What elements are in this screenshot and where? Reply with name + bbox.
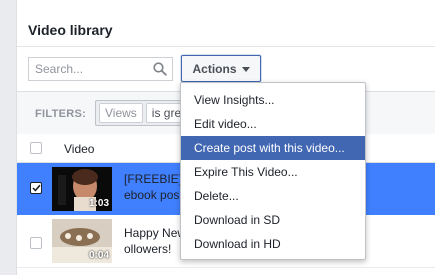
- video-title-line: Happy New: [124, 226, 187, 240]
- video-title-line: [FREEBIE]: [124, 172, 183, 186]
- menu-item-delete[interactable]: Delete...: [181, 184, 365, 208]
- video-title[interactable]: [FREEBIE] ebook pos: [124, 171, 182, 203]
- page-title: Video library: [28, 22, 113, 38]
- row-checkbox[interactable]: [30, 182, 42, 194]
- title-divider: [17, 46, 435, 47]
- row-checkbox[interactable]: [30, 237, 42, 249]
- checkmark-icon: [31, 184, 41, 192]
- select-all-checkbox[interactable]: [30, 142, 42, 154]
- caret-down-icon: [241, 66, 250, 72]
- filter-chip-views[interactable]: Views: [99, 103, 143, 123]
- search-box[interactable]: [28, 57, 173, 81]
- menu-item-expire-video[interactable]: Expire This Video...: [181, 160, 365, 184]
- menu-item-download-sd[interactable]: Download in SD: [181, 208, 365, 232]
- menu-item-download-hd[interactable]: Download in HD: [181, 232, 365, 256]
- actions-label: Actions: [192, 61, 237, 76]
- actions-menu: View Insights... Edit video... Create po…: [180, 82, 366, 260]
- video-duration: 1:03: [88, 198, 109, 209]
- search-input[interactable]: [35, 59, 150, 79]
- menu-item-create-post[interactable]: Create post with this video...: [181, 136, 365, 160]
- actions-dropdown-button[interactable]: Actions: [181, 55, 261, 82]
- video-duration: 0:04: [88, 250, 109, 261]
- filters-label: FILTERS:: [35, 108, 87, 120]
- video-thumbnail[interactable]: 0:04: [52, 219, 112, 263]
- column-header-video[interactable]: Video: [64, 142, 94, 156]
- video-title[interactable]: Happy New ollowers!: [124, 225, 186, 257]
- menu-item-edit-video[interactable]: Edit video...: [181, 112, 365, 136]
- search-icon[interactable]: [153, 62, 167, 76]
- menu-item-view-insights[interactable]: View Insights...: [181, 88, 365, 112]
- video-thumbnail[interactable]: 1:03: [52, 167, 112, 211]
- video-title-line: ebook pos: [124, 188, 180, 202]
- video-title-line: ollowers!: [124, 242, 172, 256]
